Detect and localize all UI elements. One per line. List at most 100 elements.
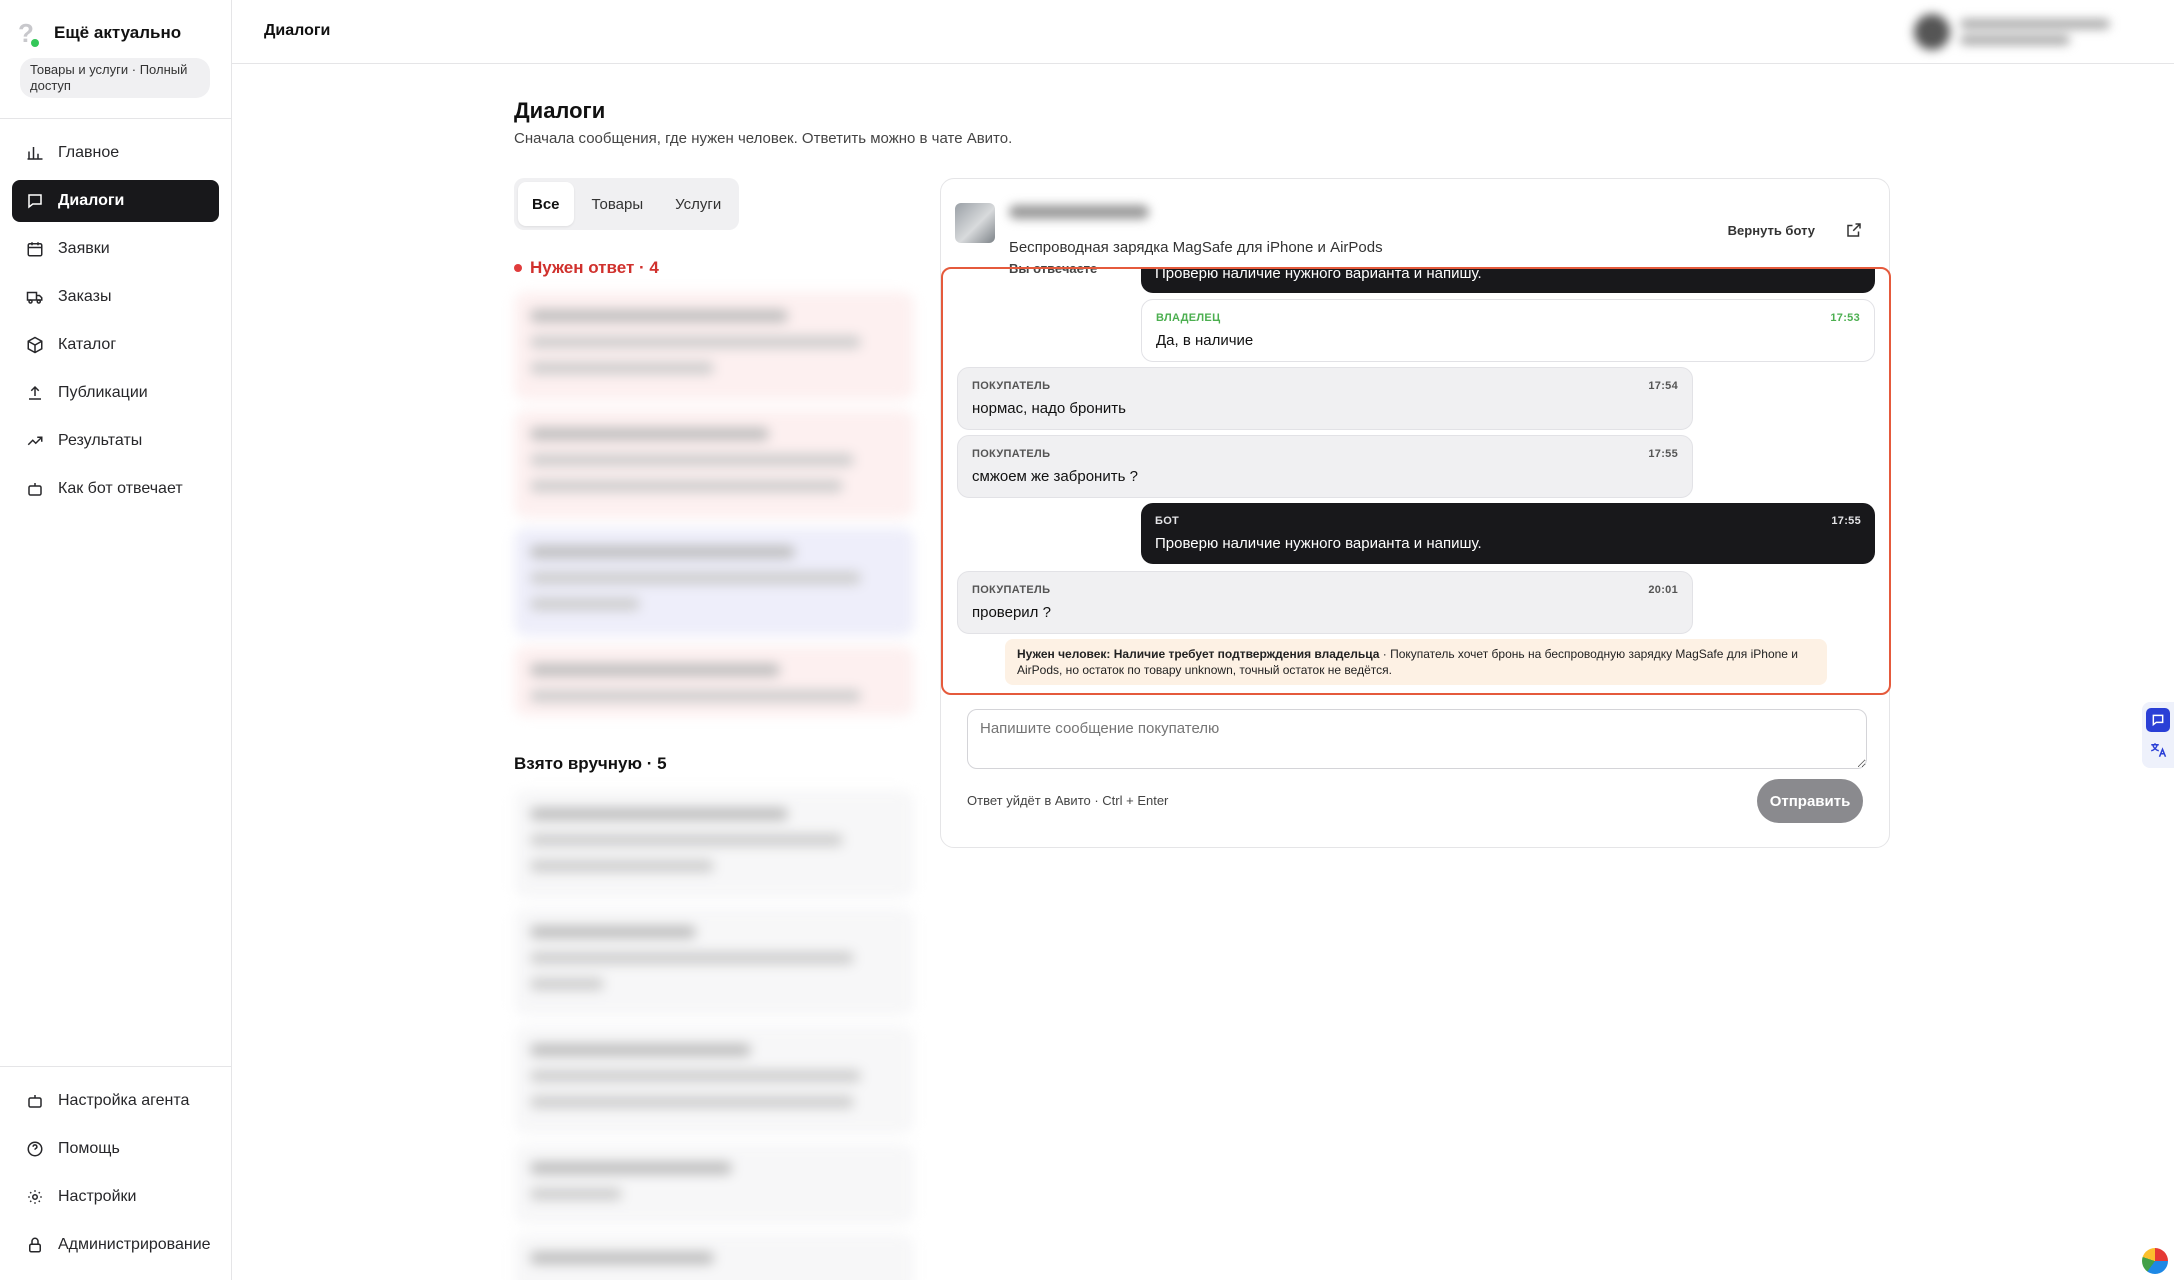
sidebar-item-label: Настройки — [58, 1188, 137, 1205]
sidebar-item-dialogs[interactable]: Диалоги — [12, 180, 219, 222]
topbar-title: Диалоги — [264, 22, 331, 39]
sidebar-item-label: Диалоги — [58, 192, 125, 209]
sidebar-item-publications[interactable]: Публикации — [12, 372, 219, 414]
sidebar-item-label: Как бот отвечает — [58, 480, 183, 497]
message-owner: ВЛАДЕЛЕЦ 17:53 Да, в наличие — [1141, 299, 1875, 362]
brand-title: Ещё актуально — [54, 23, 182, 42]
page-title: Диалоги — [514, 98, 606, 123]
topbar: Диалоги — [232, 0, 2174, 64]
dialog-list-needs-reply — [514, 292, 914, 726]
assistant-logo-icon[interactable] — [2142, 1248, 2168, 1274]
send-button[interactable]: Отправить — [1757, 779, 1863, 823]
message-author: БОТ — [1155, 515, 1180, 527]
dialog-card[interactable] — [514, 410, 914, 518]
sidebar-item-admin[interactable]: Администрирование — [12, 1224, 219, 1266]
message-buyer: ПОКУПАТЕЛЬ 17:55 смжоем же забронить ? — [957, 435, 1693, 498]
main-nav: Главное Диалоги Заявки Заказы Каталог Пу… — [12, 132, 219, 516]
page-subtitle: Сначала сообщения, где нужен человек. От… — [514, 130, 1013, 147]
dialog-card[interactable] — [514, 292, 914, 400]
dialog-card[interactable] — [514, 528, 914, 636]
sidebar-item-help[interactable]: Помощь — [12, 1128, 219, 1170]
lock-icon — [29, 1237, 41, 1253]
sidebar-item-requests[interactable]: Заявки — [12, 228, 219, 270]
truck-icon — [26, 291, 43, 304]
translate-icon[interactable] — [2146, 738, 2170, 762]
listing-thumbnail — [955, 203, 995, 243]
tab-goods[interactable]: Товары — [578, 182, 658, 226]
message-input[interactable] — [967, 709, 1867, 769]
section-needs-reply-label: Нужен ответ · 4 — [530, 258, 659, 277]
sidebar-item-bot-answers[interactable]: Как бот отвечает — [12, 468, 219, 510]
calendar-icon — [27, 242, 43, 257]
message-text: Проверю наличие нужного варианта и напиш… — [1155, 535, 1482, 552]
sidebar-item-label: Каталог — [58, 336, 117, 353]
edge-widgets — [2142, 702, 2174, 768]
bar-chart-icon — [27, 147, 43, 160]
sidebar-item-label: Настройка агента — [58, 1092, 190, 1109]
message-time: 17:55 — [1831, 515, 1861, 527]
dialog-card[interactable] — [514, 790, 914, 898]
sidebar-item-orders[interactable]: Заказы — [12, 276, 219, 318]
sidebar-item-settings[interactable]: Настройки — [12, 1176, 219, 1218]
sidebar-item-results[interactable]: Результаты — [12, 420, 219, 462]
brand-logo-icon: ? — [18, 20, 44, 47]
help-icon — [27, 1141, 43, 1157]
message-bot: БОТ 17:55 Проверю наличие нужного вариант… — [1141, 503, 1875, 564]
listing-title: Беспроводная зарядка MagSafe для iPhone … — [1009, 239, 1383, 256]
message-text: смжоем же забронить ? — [972, 468, 1138, 485]
sidebar: ? Ещё актуально Товары и услуги · Полный… — [0, 0, 232, 1280]
message-text: Да, в наличие — [1156, 332, 1254, 349]
filter-tabs: Все Товары Услуги — [514, 178, 740, 230]
sidebar-item-label: Публикации — [58, 384, 148, 401]
message-thread[interactable]: Проверю наличие нужного варианта и напиш… — [941, 267, 1891, 695]
return-to-bot-button[interactable]: Вернуть боту — [1728, 223, 1815, 238]
message-time: 17:54 — [1648, 380, 1678, 392]
dialog-card[interactable] — [514, 1144, 914, 1224]
upload-icon — [29, 385, 41, 400]
sidebar-divider — [0, 1066, 231, 1067]
message-author: ПОКУПАТЕЛЬ — [972, 584, 1051, 596]
chat-widget-icon[interactable] — [2146, 708, 2170, 732]
dialog-card[interactable] — [514, 646, 914, 716]
message-author: ПОКУПАТЕЛЬ — [972, 448, 1051, 460]
handoff-alert-title: Нужен человек: Наличие требует подтвержд… — [1017, 647, 1380, 661]
sun-settings-icon — [28, 1190, 42, 1204]
message-time: 17:53 — [1830, 312, 1860, 324]
message-text: проверил ? — [972, 604, 1051, 621]
bot-icon — [28, 483, 42, 496]
box-icon — [27, 336, 43, 354]
sidebar-item-label: Главное — [58, 144, 120, 161]
sidebar-item-label: Результаты — [58, 432, 143, 449]
handoff-alert: Нужен человек: Наличие требует подтвержд… — [1005, 639, 1827, 685]
sidebar-item-agent-settings[interactable]: Настройка агента — [12, 1080, 219, 1122]
chat-panel: Беспроводная зарядка MagSafe для iPhone … — [940, 178, 1891, 848]
composer-hint: Ответ уйдёт в Авито · Ctrl + Enter — [967, 793, 1169, 808]
sidebar-item-catalog[interactable]: Каталог — [12, 324, 219, 366]
message-bot: Проверю наличие нужного варианта и напиш… — [1141, 267, 1875, 293]
dialog-card[interactable] — [514, 1234, 914, 1280]
trending-up-icon — [27, 436, 43, 446]
message-author: ПОКУПАТЕЛЬ — [972, 380, 1051, 392]
brand[interactable]: ? Ещё актуально — [18, 20, 182, 47]
dialog-card[interactable] — [514, 908, 914, 1016]
tab-services[interactable]: Услуги — [661, 182, 735, 226]
chat-header: Беспроводная зарядка MagSafe для iPhone … — [955, 199, 1875, 276]
tab-all[interactable]: Все — [518, 182, 574, 226]
avatar — [1914, 14, 1950, 50]
sidebar-item-label: Заказы — [58, 288, 112, 305]
dialog-list-manual — [514, 790, 914, 1280]
dialog-card[interactable] — [514, 1026, 914, 1134]
message-buyer: ПОКУПАТЕЛЬ 17:54 нормас, надо бронить — [957, 367, 1693, 430]
chat-icon — [28, 194, 42, 209]
sidebar-divider — [0, 118, 231, 119]
buyer-name — [1009, 205, 1149, 219]
message-text: нормас, надо бронить — [972, 400, 1126, 417]
message-buyer: ПОКУПАТЕЛЬ 20:01 проверил ? — [957, 571, 1693, 634]
plan-badge: Товары и услуги · Полный доступ — [20, 58, 210, 98]
message-time: 20:01 — [1648, 584, 1678, 596]
external-link-icon[interactable] — [1845, 221, 1863, 239]
bottom-nav: Настройка агента Помощь Настройки Админи… — [12, 1080, 219, 1272]
sidebar-item-main[interactable]: Главное — [12, 132, 219, 174]
message-text: Проверю наличие нужного варианта и напиш… — [1155, 267, 1482, 282]
user-menu[interactable] — [1914, 14, 2134, 50]
